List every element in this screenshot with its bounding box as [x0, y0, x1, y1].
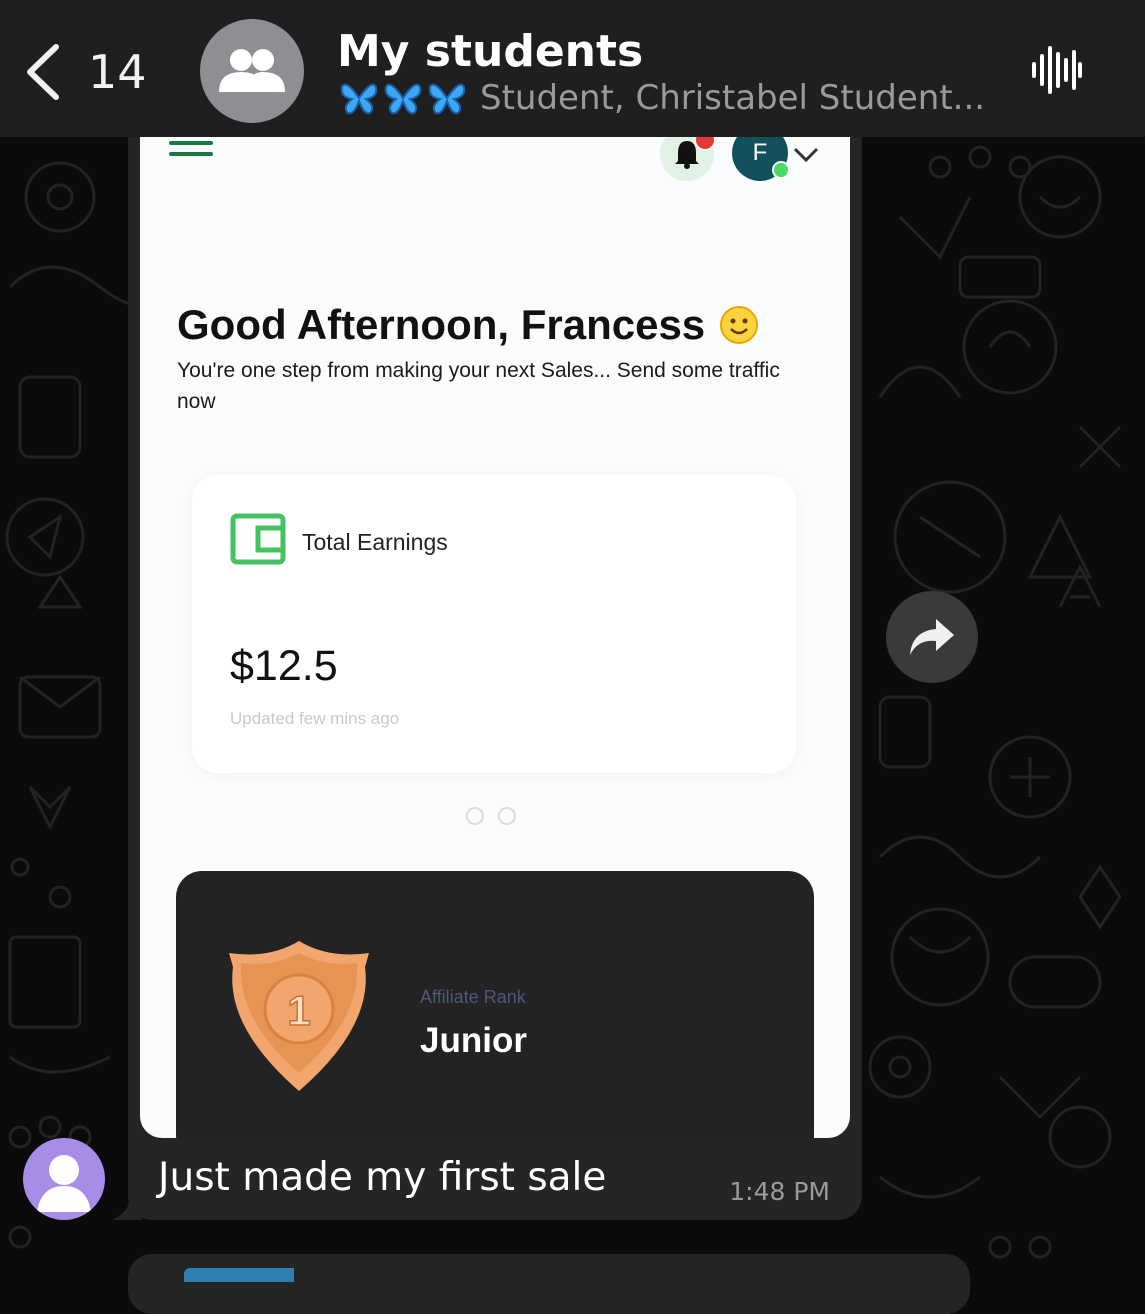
online-indicator — [772, 161, 790, 179]
chat-header: 14 My students Student, Christabel Stude… — [0, 0, 1145, 137]
group-title[interactable]: My students — [337, 26, 643, 77]
wallet-icon — [230, 513, 286, 565]
hamburger-menu-icon — [169, 141, 213, 163]
butterfly-icon — [340, 83, 378, 115]
earnings-label: Total Earnings — [302, 529, 448, 555]
carousel-dots — [466, 807, 516, 825]
group-avatar[interactable] — [200, 19, 304, 123]
participants-text: Student, Christabel Student... — [480, 78, 986, 118]
carousel-dot — [498, 807, 516, 825]
greeting-text: Good Afternoon, Francess — [177, 301, 706, 348]
voice-chat-icon[interactable] — [1028, 42, 1084, 98]
profile-avatar: F — [732, 137, 790, 181]
rank-label: Affiliate Rank — [420, 987, 526, 1007]
butterfly-emojis — [340, 81, 466, 115]
earnings-amount: $12.5 — [230, 642, 338, 690]
rank-badge-number: 1 — [287, 987, 310, 1034]
rank-value: Junior — [420, 1021, 527, 1060]
butterfly-icon — [428, 83, 466, 115]
person-icon — [37, 1155, 91, 1212]
unread-count: 14 — [88, 45, 147, 99]
chevron-left-icon — [27, 44, 59, 100]
forward-arrow-icon — [910, 619, 954, 655]
message-time: 1:48 PM — [729, 1177, 830, 1206]
group-participants[interactable]: Student, Christabel Student... — [340, 78, 985, 118]
message-caption: Just made my first sale — [158, 1155, 607, 1200]
forward-button[interactable] — [886, 591, 978, 683]
rank-badge-icon: 1 — [229, 941, 369, 1091]
message-bubble[interactable]: F Good Afternoon, Francess You're one st… — [128, 137, 862, 1220]
group-icon — [219, 49, 285, 92]
butterfly-icon — [384, 83, 422, 115]
next-message-bubble[interactable] — [128, 1254, 970, 1314]
avatar-initial: F — [752, 139, 768, 166]
sender-avatar[interactable] — [23, 1138, 105, 1220]
greeting-subtext: You're one step from making your next Sa… — [177, 359, 780, 413]
earnings-card: Total Earnings $12.5 Updated few mins ag… — [192, 475, 796, 773]
earnings-updated-text: Updated few mins ago — [230, 709, 400, 728]
greeting-heading: Good Afternoon, Francess — [177, 301, 759, 349]
back-button[interactable]: 14 — [22, 40, 152, 104]
chevron-down-icon — [793, 147, 819, 163]
shared-screenshot[interactable]: F Good Afternoon, Francess You're one st… — [140, 137, 850, 1138]
carousel-dot — [466, 807, 484, 825]
affiliate-rank-card: 1 Affiliate Rank Junior — [176, 871, 814, 1138]
smiley-emoji-icon — [720, 306, 759, 344]
notification-bell — [660, 137, 716, 181]
